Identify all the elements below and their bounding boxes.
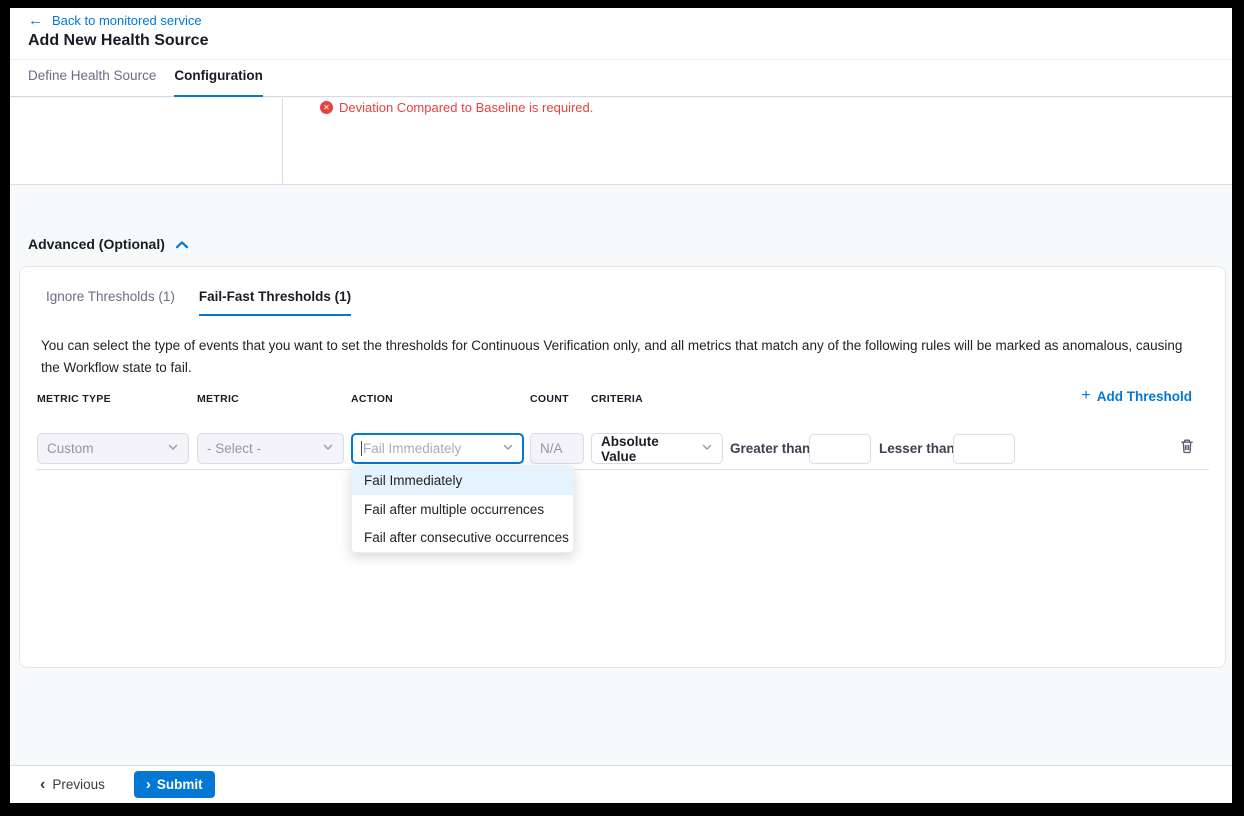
greater-than-label: Greater than (730, 433, 810, 464)
page-title: Add New Health Source (28, 32, 208, 50)
tab-define-health-source[interactable]: Define Health Source (28, 59, 156, 97)
column-header-metric: METRIC (197, 393, 239, 405)
screenshot-frame: ← Back to monitored service Add New Heal… (0, 0, 1244, 816)
action-select[interactable]: Fail Immediately (351, 433, 524, 464)
threshold-tabs: Ignore Thresholds (1) Fail-Fast Threshol… (46, 289, 351, 316)
metric-value: - Select - (207, 441, 261, 456)
metric-type-select[interactable]: Custom (37, 433, 189, 464)
tab-configuration[interactable]: Configuration (174, 59, 262, 97)
lesser-than-label: Lesser than (879, 433, 955, 464)
validation-error-text: Deviation Compared to Baseline is requir… (339, 100, 593, 115)
footer-bar: ‹ Previous › Submit (10, 765, 1232, 803)
criteria-select[interactable]: Absolute Value (591, 433, 723, 464)
chevron-down-icon (701, 441, 713, 456)
chevron-down-icon (502, 441, 514, 456)
submit-button[interactable]: › Submit (134, 771, 215, 798)
column-header-criteria: CRITERIA (591, 393, 643, 405)
chevron-left-icon: ‹ (40, 777, 45, 793)
action-option-fail-after-multiple[interactable]: Fail after multiple occurrences (352, 495, 573, 524)
text-caret (361, 441, 362, 456)
greater-than-input[interactable] (809, 434, 871, 464)
trash-icon (1179, 438, 1195, 458)
metric-type-value: Custom (47, 441, 94, 456)
metric-select[interactable]: - Select - (197, 433, 344, 464)
action-value: Fail Immediately (363, 441, 496, 456)
chevron-down-icon (167, 441, 179, 456)
page-header: ← Back to monitored service Add New Heal… (10, 8, 1232, 97)
column-header-count: COUNT (530, 393, 569, 405)
action-option-fail-immediately[interactable]: Fail Immediately (352, 466, 573, 495)
add-threshold-button[interactable]: + Add Threshold (1081, 388, 1192, 404)
back-arrow-icon: ← (28, 13, 43, 28)
error-icon: ✕ (320, 101, 333, 114)
thresholds-card: Ignore Thresholds (1) Fail-Fast Threshol… (19, 266, 1226, 668)
previous-button[interactable]: ‹ Previous (40, 777, 105, 793)
validation-error: ✕ Deviation Compared to Baseline is requ… (320, 100, 593, 115)
submit-label: Submit (157, 777, 203, 792)
advanced-section-toggle[interactable]: Advanced (Optional) (28, 236, 189, 252)
column-header-action: ACTION (351, 393, 393, 405)
back-link[interactable]: ← Back to monitored service (28, 13, 202, 28)
chevron-down-icon (322, 441, 334, 456)
tab-ignore-thresholds[interactable]: Ignore Thresholds (1) (46, 289, 175, 316)
chevron-up-icon (175, 236, 189, 252)
form-section-remnant: ✕ Deviation Compared to Baseline is requ… (10, 98, 1232, 185)
count-input[interactable]: N/A (530, 433, 584, 464)
count-value: N/A (540, 441, 563, 456)
criteria-value: Absolute Value (601, 434, 695, 464)
advanced-section-label: Advanced (Optional) (28, 236, 165, 252)
plus-icon: + (1081, 388, 1090, 404)
delete-threshold-button[interactable] (1177, 438, 1197, 458)
form-left-pane (10, 98, 283, 184)
column-header-metric-type: METRIC TYPE (37, 393, 111, 405)
thresholds-description: You can select the type of events that y… (41, 335, 1201, 378)
previous-label: Previous (52, 777, 105, 792)
chevron-right-icon: › (146, 777, 151, 792)
row-divider (36, 469, 1209, 470)
tab-fail-fast-thresholds[interactable]: Fail-Fast Thresholds (1) (199, 289, 351, 316)
lesser-than-input[interactable] (953, 434, 1015, 464)
back-link-label: Back to monitored service (52, 13, 202, 28)
action-dropdown-menu: Fail Immediately Fail after multiple occ… (351, 465, 574, 553)
add-threshold-label: Add Threshold (1097, 389, 1192, 404)
wizard-tabs: Define Health Source Configuration (28, 59, 263, 97)
add-health-source-page: ← Back to monitored service Add New Heal… (10, 8, 1232, 803)
action-option-fail-after-consecutive[interactable]: Fail after consecutive occurrences (352, 523, 573, 552)
